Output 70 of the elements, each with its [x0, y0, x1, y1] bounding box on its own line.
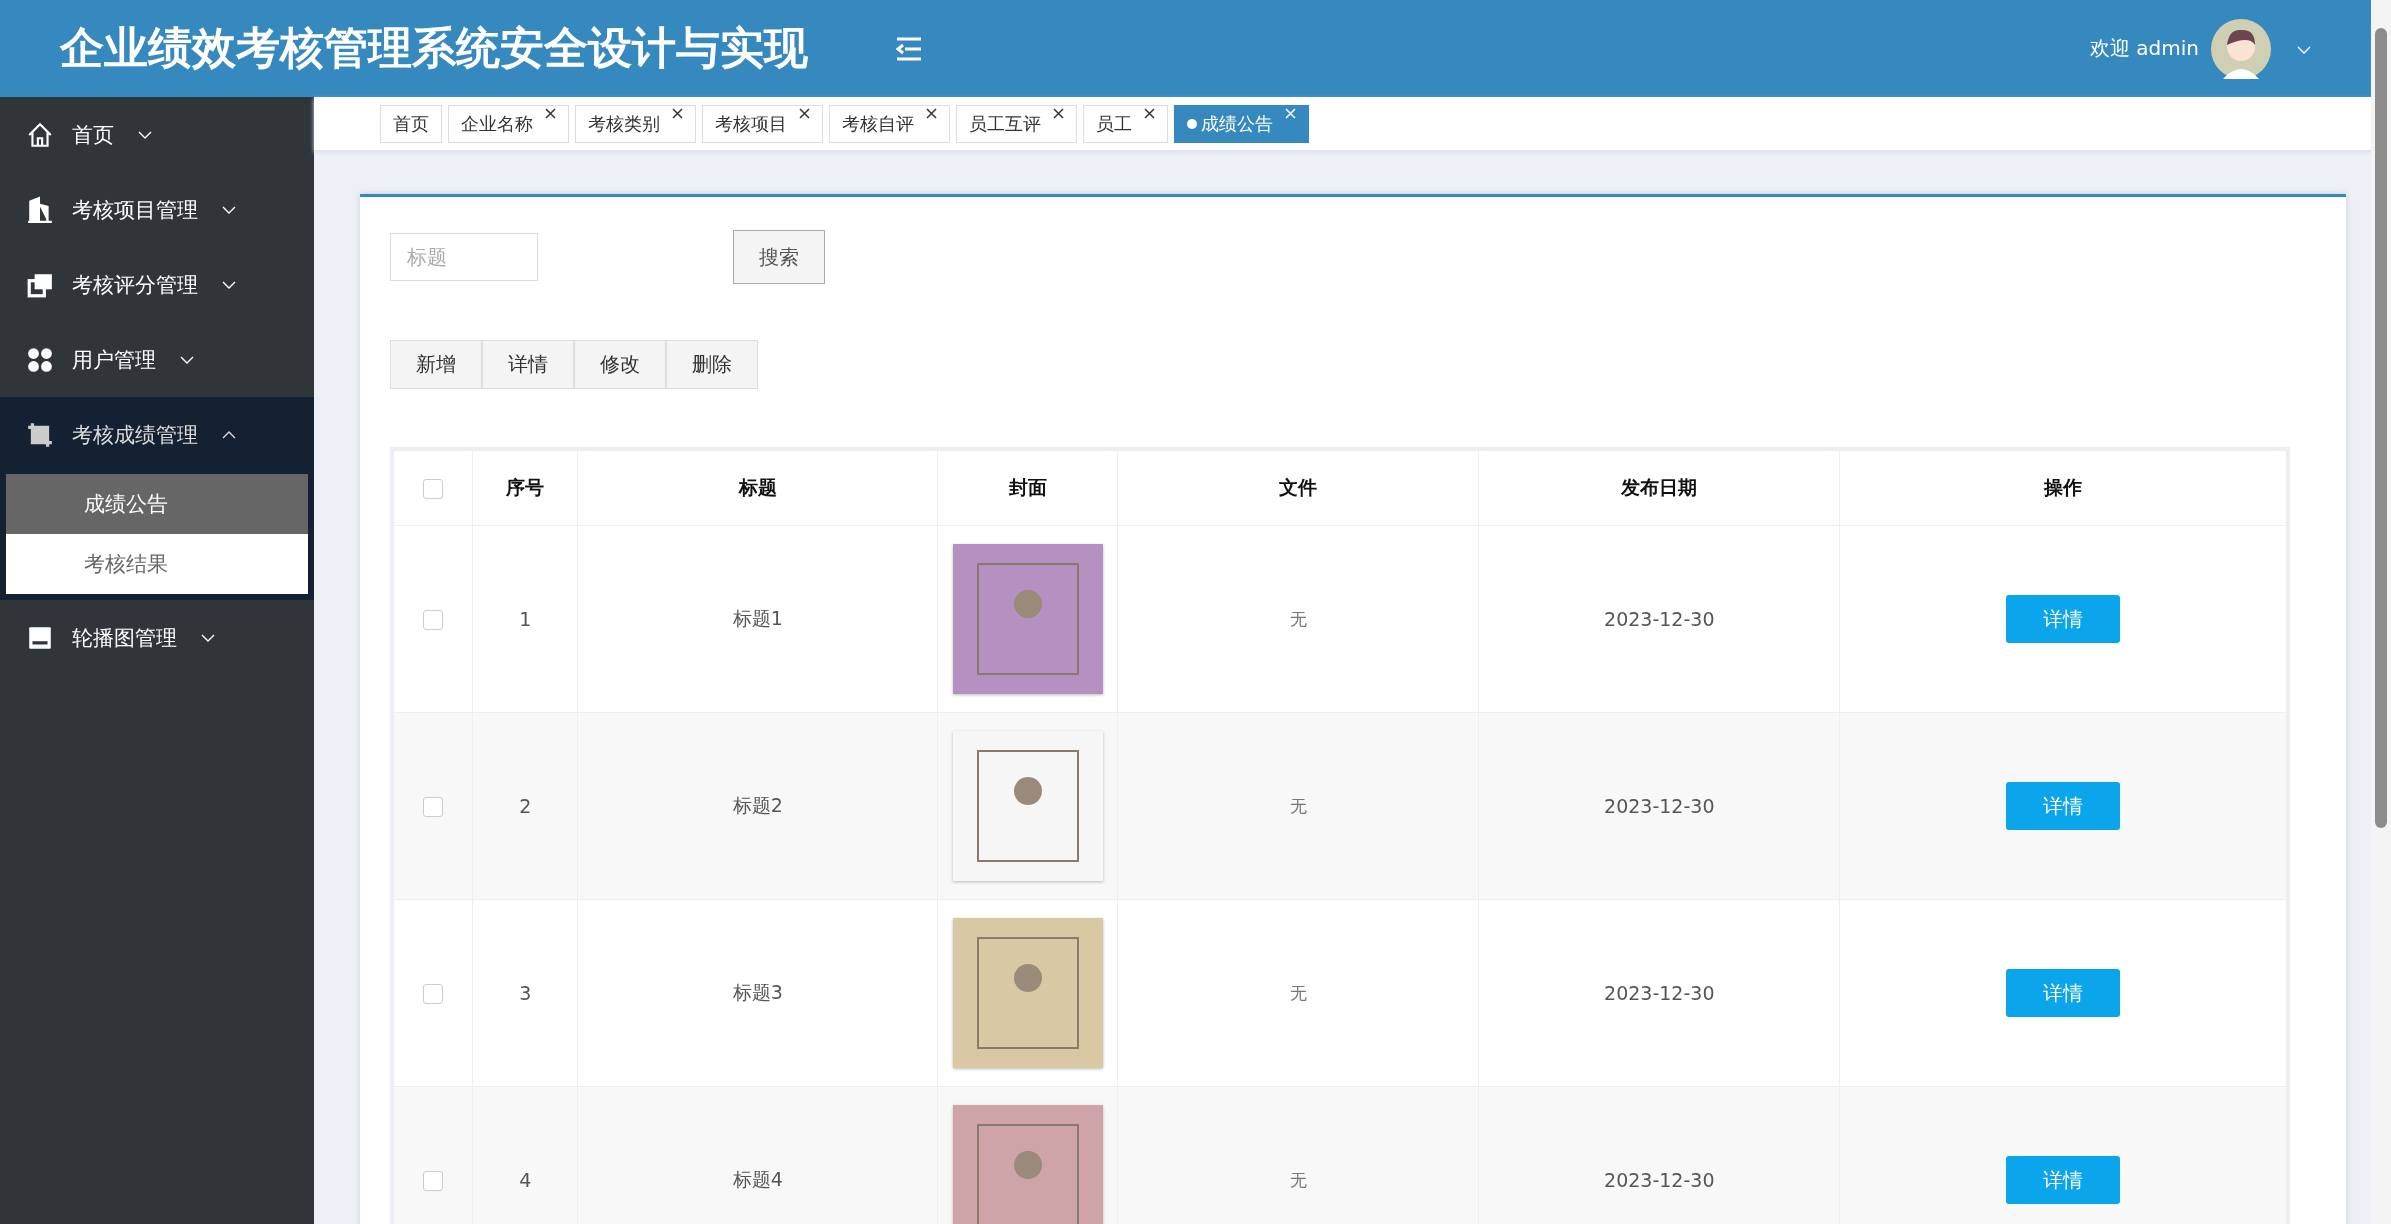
table-cell: 无 [1117, 899, 1479, 1087]
home-icon [26, 120, 54, 149]
sidebar-menu-item[interactable]: 轮播图管理 [0, 600, 314, 675]
caret-down-icon [180, 355, 194, 364]
sidebar-menu-item[interactable]: 首页 [0, 97, 314, 172]
sidebar-menu-item[interactable]: 考核评分管理 [0, 247, 314, 322]
table-cell: 2023-12-30 [1478, 525, 1840, 713]
page-tab[interactable]: 员工互评 [956, 104, 1077, 143]
sidebar-menu-item[interactable]: 考核项目管理 [0, 172, 314, 247]
crop-icon [26, 420, 54, 449]
row-checkbox[interactable] [423, 984, 444, 1005]
action-button[interactable]: 详情 [482, 340, 574, 389]
scrollbar[interactable] [2371, 0, 2391, 1224]
table-cell: 标题2 [577, 712, 938, 900]
caret-down-icon [222, 280, 236, 289]
building-icon [26, 195, 54, 224]
sidebar-menu-item[interactable]: 考核成绩管理 [0, 397, 314, 472]
page-tab[interactable]: 企业名称 [448, 104, 569, 143]
page-tab[interactable]: 成绩公告 [1174, 104, 1309, 143]
column-header: 序号 [472, 449, 578, 526]
table-cell: 无 [1117, 1086, 1479, 1224]
select-all-checkbox[interactable] [423, 479, 444, 500]
close-icon[interactable] [1144, 107, 1155, 119]
avatar-icon[interactable] [2211, 18, 2271, 79]
table-cell: 2023-12-30 [1478, 712, 1840, 900]
app-title: 企业绩效考核管理系统安全设计与实现 [60, 21, 808, 75]
table-cell: 标题1 [577, 525, 938, 713]
caret-up-icon [222, 430, 236, 439]
table-cell: 3 [472, 899, 578, 1087]
action-button[interactable]: 删除 [666, 340, 758, 389]
action-button[interactable]: 修改 [574, 340, 666, 389]
table-cell: 无 [1117, 525, 1479, 713]
caret-down-icon [222, 205, 236, 214]
table-cell: 2 [472, 712, 578, 900]
sidebar-menu-item[interactable]: 用户管理 [0, 322, 314, 397]
table-cell: 1 [472, 525, 578, 713]
close-icon[interactable] [926, 107, 937, 119]
clover-icon [26, 345, 54, 374]
page-tab[interactable]: 考核项目 [702, 104, 823, 143]
close-icon[interactable] [672, 107, 683, 119]
caret-down-icon [2297, 46, 2311, 54]
table-cell: 标题4 [577, 1086, 938, 1224]
row-checkbox[interactable] [423, 610, 444, 631]
search-button[interactable]: 搜索 [733, 230, 825, 284]
active-dot-icon [1187, 118, 1197, 129]
close-icon[interactable] [545, 107, 556, 119]
caret-down-icon [201, 633, 215, 642]
row-checkbox[interactable] [423, 1171, 444, 1192]
table-cell: 无 [1117, 712, 1479, 900]
action-button[interactable]: 新增 [390, 340, 482, 389]
title-search-field[interactable]: 标题 [390, 233, 538, 281]
row-checkbox[interactable] [423, 797, 444, 818]
caret-down-icon [138, 130, 152, 139]
column-header: 封面 [937, 449, 1118, 526]
column-header: 文件 [1117, 449, 1479, 526]
page-tab[interactable]: 考核自评 [829, 104, 950, 143]
submenu-item[interactable]: 成绩公告 [6, 474, 308, 534]
page-tab[interactable]: 首页 [380, 104, 442, 143]
table-cell: 标题3 [577, 899, 938, 1087]
table-cell: 2023-12-30 [1478, 899, 1840, 1087]
page-tab[interactable]: 考核类别 [575, 104, 696, 143]
close-icon[interactable] [799, 107, 810, 119]
close-icon[interactable] [1053, 107, 1064, 119]
submenu-item[interactable]: 考核结果 [6, 534, 308, 594]
welcome-text: 欢迎 admin [2089, 35, 2199, 62]
column-header: 发布日期 [1478, 449, 1840, 526]
table-cell: 4 [472, 1086, 578, 1224]
table-cell: 2023-12-30 [1478, 1086, 1840, 1224]
page-tab[interactable]: 员工 [1083, 104, 1168, 143]
column-header: 标题 [577, 449, 938, 526]
